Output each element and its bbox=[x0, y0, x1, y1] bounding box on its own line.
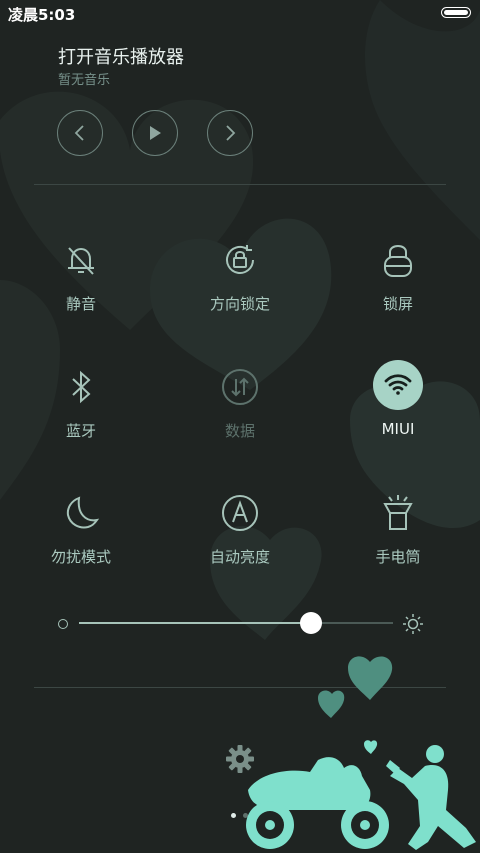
rotation-lock-icon bbox=[217, 237, 263, 283]
toggle-mobile-data[interactable]: 数据 bbox=[180, 364, 300, 460]
toggle-wifi-label: MIUI bbox=[381, 420, 415, 438]
play-icon bbox=[150, 126, 161, 140]
mobile-data-icon bbox=[217, 364, 263, 410]
toggle-do-not-disturb-label: 勿扰模式 bbox=[50, 548, 111, 566]
toggle-mute[interactable]: 静音 bbox=[21, 237, 141, 333]
chevron-left-icon bbox=[74, 125, 84, 141]
brightness-slider-fill bbox=[79, 622, 312, 624]
toggle-bluetooth-label: 蓝牙 bbox=[65, 422, 96, 440]
toggle-mobile-data-label: 数据 bbox=[224, 422, 255, 440]
bluetooth-icon bbox=[58, 364, 104, 410]
status-bar: 凌晨5:03 bbox=[0, 0, 480, 26]
lock-icon bbox=[375, 237, 421, 283]
music-player-title[interactable]: 打开音乐播放器 bbox=[58, 43, 184, 69]
toggle-mute-label: 静音 bbox=[65, 295, 96, 313]
toggle-rotation-lock-label: 方向锁定 bbox=[209, 295, 270, 313]
toggle-bluetooth[interactable]: 蓝牙 bbox=[21, 364, 141, 460]
battery-icon bbox=[441, 7, 471, 18]
toggle-wifi[interactable]: MIUI bbox=[338, 360, 458, 456]
brightness-high-icon bbox=[403, 614, 423, 634]
next-track-button[interactable] bbox=[207, 110, 253, 156]
flashlight-icon bbox=[375, 490, 421, 536]
status-time: 凌晨5:03 bbox=[8, 6, 76, 24]
bell-off-icon bbox=[58, 237, 104, 283]
toggle-rotation-lock[interactable]: 方向锁定 bbox=[180, 237, 300, 333]
chevron-right-icon bbox=[226, 125, 236, 141]
previous-track-button[interactable] bbox=[57, 110, 103, 156]
toggle-auto-brightness-label: 自动亮度 bbox=[209, 548, 270, 566]
toggle-flashlight[interactable]: 手电筒 bbox=[338, 490, 458, 586]
music-player-subtitle: 暂无音乐 bbox=[58, 73, 111, 88]
wifi-icon bbox=[373, 360, 423, 410]
divider-top bbox=[34, 184, 446, 185]
brightness-slider[interactable] bbox=[79, 612, 393, 634]
moon-icon bbox=[58, 490, 104, 536]
page-dot bbox=[231, 813, 236, 818]
toggle-lock-screen[interactable]: 锁屏 bbox=[338, 237, 458, 333]
play-button[interactable] bbox=[132, 110, 178, 156]
motorcycle-couple-illustration bbox=[246, 656, 476, 850]
toggle-lock-screen-label: 锁屏 bbox=[382, 295, 413, 313]
toggle-do-not-disturb[interactable]: 勿扰模式 bbox=[21, 490, 141, 586]
auto-brightness-icon bbox=[217, 490, 263, 536]
brightness-low-icon bbox=[58, 619, 68, 629]
toggle-flashlight-label: 手电筒 bbox=[375, 548, 421, 566]
toggle-auto-brightness[interactable]: 自动亮度 bbox=[180, 490, 300, 586]
